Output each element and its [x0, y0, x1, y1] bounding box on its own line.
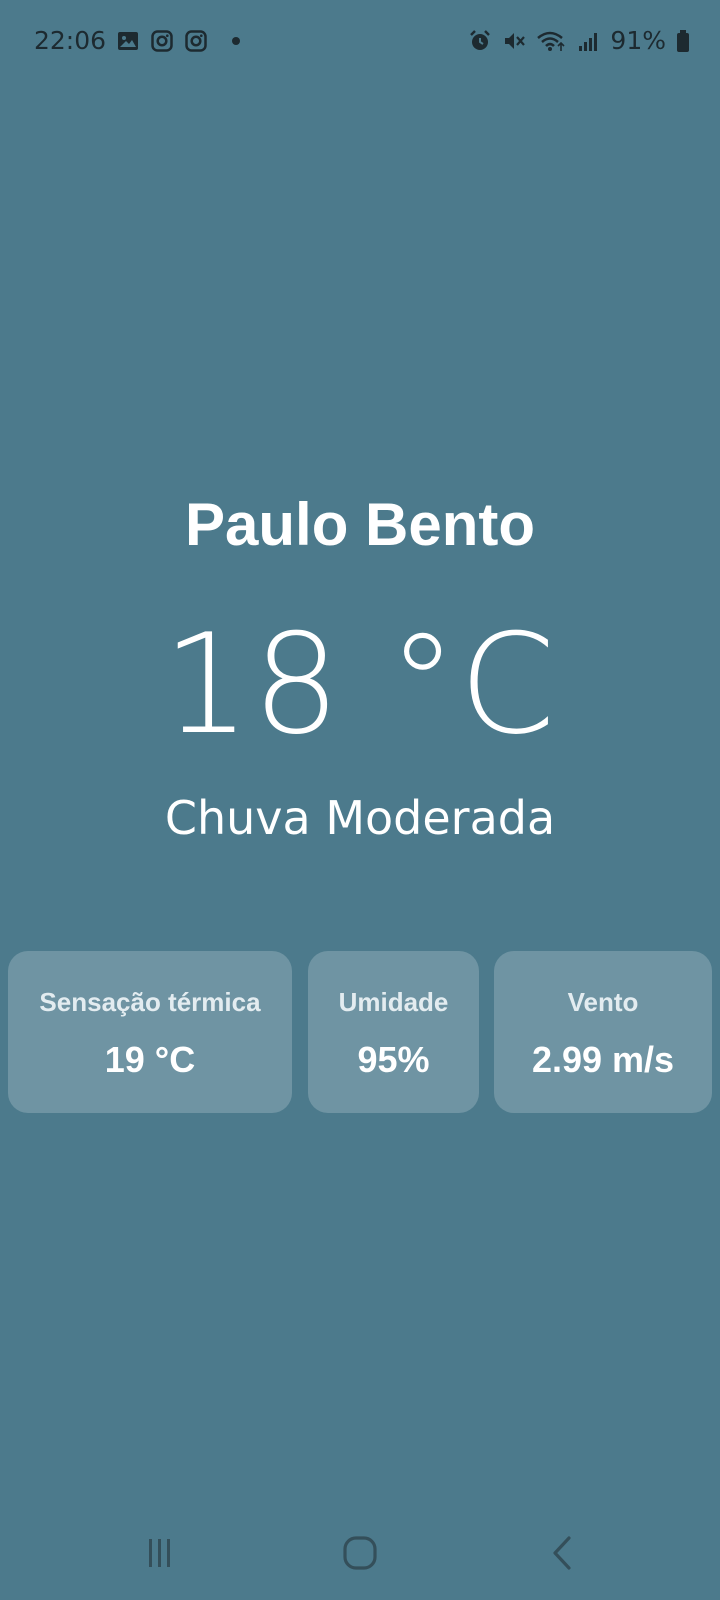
alarm-icon	[468, 29, 492, 53]
wind-card: Vento 2.99 m/s	[494, 951, 712, 1113]
home-button[interactable]	[330, 1530, 390, 1580]
weather-main: Paulo Bento 18 °C Chuva Moderada	[0, 490, 720, 846]
status-bar: 22:06 91%	[0, 0, 720, 82]
wind-title: Vento	[567, 987, 639, 1017]
recents-icon	[140, 1533, 180, 1578]
humidity-value: 95%	[357, 1039, 430, 1080]
feels-like-card: Sensação térmica 19 °C	[8, 951, 292, 1113]
home-icon	[340, 1533, 380, 1578]
feels-like-value: 19 °C	[104, 1039, 196, 1080]
notification-dot-icon	[232, 36, 241, 45]
instagram-icon	[184, 29, 208, 53]
mute-icon	[502, 29, 526, 53]
city-name: Paulo Bento	[184, 491, 535, 558]
recents-button[interactable]	[130, 1530, 190, 1580]
wifi-icon	[536, 29, 566, 53]
weather-screen: 22:06 91% Paulo Bento 18 °C Chuva Modera…	[0, 0, 720, 1600]
gallery-icon	[116, 29, 140, 53]
status-time: 22:06	[34, 26, 107, 55]
battery-percent: 91%	[610, 26, 666, 55]
humidity-title: Umidade	[338, 987, 449, 1017]
instagram-icon	[150, 29, 174, 53]
humidity-card: Umidade 95%	[308, 951, 479, 1113]
back-button[interactable]	[533, 1530, 593, 1580]
back-icon	[543, 1533, 583, 1578]
signal-icon	[576, 29, 600, 53]
status-right: 91%	[468, 26, 690, 55]
wind-value: 2.99 m/s	[531, 1039, 675, 1080]
feels-like-title: Sensação térmica	[39, 987, 261, 1017]
weather-details: Sensação térmica 19 °C Umidade 95% Vento…	[0, 951, 720, 1113]
temperature-value: 18 °C	[162, 604, 558, 765]
navigation-bar	[0, 1510, 720, 1600]
weather-condition: Chuva Moderada	[164, 791, 556, 845]
status-left: 22:06	[34, 26, 241, 55]
battery-icon	[676, 29, 690, 53]
